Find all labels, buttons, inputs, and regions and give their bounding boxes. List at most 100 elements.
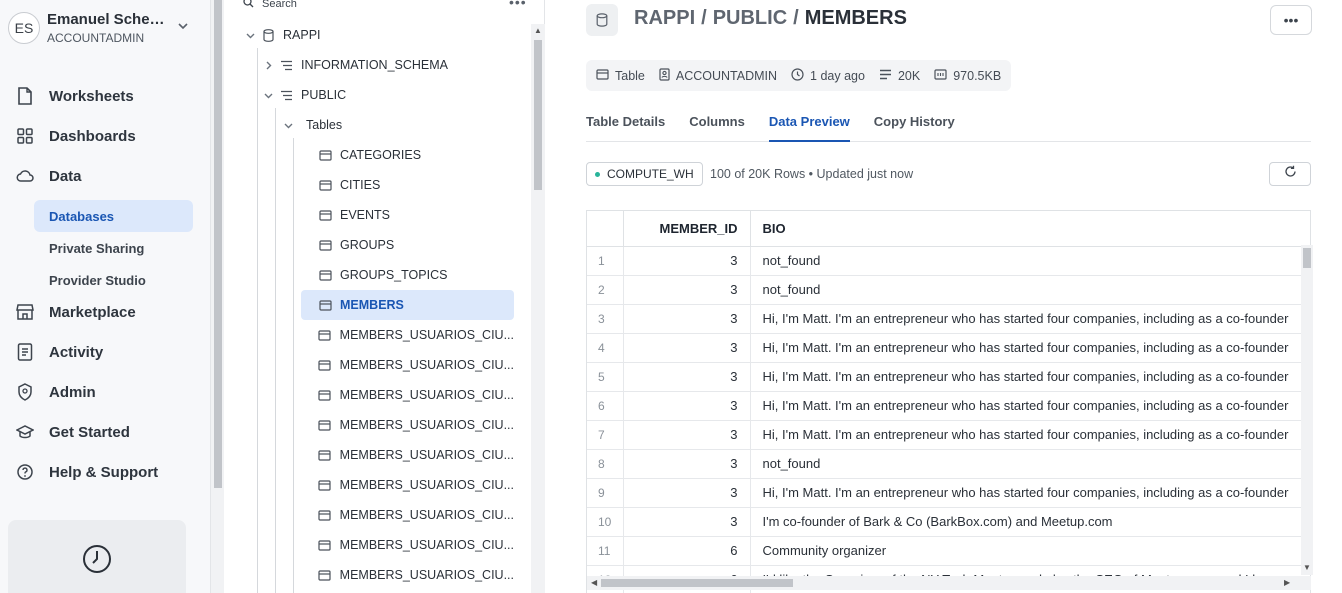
tab-columns[interactable]: Columns — [689, 108, 745, 142]
table-row[interactable]: 3 3 Hi, I'm Matt. I'm an entrepreneur who … — [587, 304, 1310, 334]
tree-table-item[interactable]: CATEGORIES — [301, 140, 514, 170]
table-row[interactable]: 10 3 I'm co-founder of Bark & Co (BarkBox.… — [587, 507, 1310, 537]
user-menu[interactable]: ES Emanuel Schem... ACCOUNTADMIN — [8, 8, 198, 48]
clock-icon[interactable] — [82, 544, 112, 593]
member-id-cell[interactable]: 3 — [623, 362, 751, 392]
tab-data-preview[interactable]: Data Preview — [768, 108, 850, 142]
tree-table-item[interactable]: MEMBERS_USUARIOS_CIU... — [301, 530, 514, 560]
nav-help-support[interactable]: Help & Support — [16, 458, 158, 486]
member-id-cell[interactable]: 3 — [623, 420, 751, 450]
table-row[interactable]: 4 3 Hi, I'm Matt. I'm an entrepreneur who … — [587, 333, 1310, 363]
member-id-cell[interactable]: 3 — [623, 333, 751, 363]
tree-table-item[interactable]: MEMBERS_USUARIOS_CIU... — [301, 560, 514, 590]
grid-horizontal-scrollbar-thumb[interactable] — [601, 579, 793, 587]
bio-cell[interactable]: Hi, I'm Matt. I'm an entrepreneur who ha… — [750, 333, 1310, 363]
tree-schema-public[interactable]: PUBLIC — [261, 80, 346, 110]
bio-cell[interactable]: I'm co-founder of Bark & Co (BarkBox.com… — [750, 507, 1310, 537]
tree-table-item[interactable]: MEMBERS_USUARIOS_CIU... — [301, 470, 514, 500]
grid-horizontal-scrollbar[interactable]: ◀ ▶ — [587, 576, 1311, 590]
tree-table-item[interactable]: MEMBERS_USUARIOS_CIU... — [301, 410, 514, 440]
chevron-down-icon[interactable] — [243, 31, 257, 40]
member-id-cell[interactable]: 3 — [623, 507, 751, 537]
tree-search[interactable]: Search — [243, 0, 297, 14]
member-id-cell[interactable]: 3 — [623, 304, 751, 334]
column-header-bio[interactable]: BIO — [750, 211, 1310, 247]
table-row[interactable]: 5 3 Hi, I'm Matt. I'm an entrepreneur who … — [587, 362, 1310, 392]
tree-scrollbar[interactable]: ▲ — [531, 24, 545, 593]
tree-table-item[interactable]: MEMBERS_USUARIOS_CIU... — [301, 320, 514, 350]
bio-cell[interactable]: Hi, I'm Matt. I'm an entrepreneur who ha… — [750, 391, 1310, 421]
nav-scrollbar-thumb[interactable] — [214, 0, 222, 488]
tree-table-item[interactable]: MEMBERS_USUARIOS_CIU... — [301, 440, 514, 470]
scroll-up-arrow[interactable]: ▲ — [534, 26, 542, 35]
member-id-cell[interactable]: 3 — [623, 246, 751, 276]
nav-worksheets[interactable]: Worksheets — [16, 82, 134, 110]
scroll-left-arrow[interactable]: ◀ — [591, 578, 597, 587]
search-icon — [243, 0, 254, 11]
table-row[interactable]: 9 3 Hi, I'm Matt. I'm an entrepreneur who … — [587, 478, 1310, 508]
table-row[interactable]: 2 3 not_found — [587, 275, 1310, 305]
grid-vertical-scrollbar[interactable]: ▼ — [1301, 245, 1313, 575]
tree-tables-folder[interactable]: Tables — [281, 110, 342, 140]
tree-schema-information-schema[interactable]: INFORMATION_SCHEMA — [261, 50, 448, 80]
main-panel: RAPPI / PUBLIC / MEMBERS ••• Table ACCOUNTAD… — [546, 0, 1342, 593]
breadcrumb-database[interactable]: RAPPI — [634, 7, 695, 29]
breadcrumb-schema[interactable]: PUBLIC — [713, 7, 787, 29]
bio-cell[interactable]: Hi, I'm Matt. I'm an entrepreneur who ha… — [750, 304, 1310, 334]
tree-table-item[interactable]: MEMBERS_USUARIOS_CIU... — [301, 350, 514, 380]
bio-cell[interactable]: Hi, I'm Matt. I'm an entrepreneur who ha… — [750, 420, 1310, 450]
tree-scrollbar-thumb[interactable] — [534, 40, 542, 190]
query-history-panel[interactable] — [8, 520, 186, 593]
bio-cell[interactable]: not_found — [750, 275, 1310, 305]
tree-database-rappi[interactable]: RAPPI — [243, 20, 321, 50]
tree-table-item[interactable]: GROUPS_TOPICS — [301, 260, 514, 290]
grid-vertical-scrollbar-thumb[interactable] — [1303, 248, 1311, 268]
nav-get-started[interactable]: Get Started — [16, 418, 130, 446]
tree-table-item[interactable]: MEMBERS_USUARIOS_CIU... — [301, 380, 514, 410]
table-row[interactable]: 11 6 Community organizer — [587, 536, 1310, 566]
user-role: ACCOUNTADMIN — [47, 31, 145, 45]
nav-dashboards[interactable]: Dashboards — [16, 122, 136, 150]
table-row[interactable]: 8 3 not_found — [587, 449, 1310, 479]
chevron-down-icon[interactable] — [261, 91, 275, 100]
nav-provider-studio[interactable]: Provider Studio — [34, 264, 193, 296]
tree-table-item[interactable]: GROUPS — [301, 230, 514, 260]
table-row[interactable]: 7 3 Hi, I'm Matt. I'm an entrepreneur who … — [587, 420, 1310, 450]
column-header-member-id[interactable]: MEMBER_ID — [623, 211, 751, 247]
scroll-down-arrow[interactable]: ▼ — [1303, 563, 1311, 572]
nav-scrollbar[interactable] — [210, 0, 224, 593]
table-row[interactable]: 6 3 Hi, I'm Matt. I'm an entrepreneur who … — [587, 391, 1310, 421]
chevron-down-icon[interactable] — [281, 121, 295, 130]
tree-table-item[interactable]: CITIES — [301, 170, 514, 200]
tab-copy-history[interactable]: Copy History — [874, 108, 955, 142]
nav-activity[interactable]: Activity — [16, 338, 103, 366]
member-id-cell[interactable]: 3 — [623, 391, 751, 421]
bio-cell[interactable]: not_found — [750, 246, 1310, 276]
member-id-cell[interactable]: 3 — [623, 449, 751, 479]
chevron-down-icon[interactable] — [177, 19, 189, 37]
bio-cell[interactable]: not_found — [750, 449, 1310, 479]
chevron-right-icon[interactable] — [261, 61, 275, 70]
tree-table-item[interactable]: MEMBERS — [301, 290, 514, 320]
bio-cell[interactable]: Hi, I'm Matt. I'm an entrepreneur who ha… — [750, 478, 1310, 508]
scroll-right-arrow[interactable]: ▶ — [1284, 578, 1290, 587]
tree-table-item[interactable]: MEMBERS_USUARIOS_CIU... — [301, 500, 514, 530]
member-id-cell[interactable]: 3 — [623, 275, 751, 305]
more-actions-button[interactable]: ••• — [1270, 5, 1312, 35]
bio-cell[interactable]: Hi, I'm Matt. I'm an entrepreneur who ha… — [750, 362, 1310, 392]
table-icon — [596, 68, 609, 83]
nav-data[interactable]: Data — [16, 162, 82, 190]
tree-more-button[interactable]: ••• — [509, 0, 527, 10]
nav-databases[interactable]: Databases — [34, 200, 193, 232]
nav-admin[interactable]: Admin — [16, 378, 96, 406]
refresh-button[interactable] — [1269, 162, 1311, 186]
tab-table-details[interactable]: Table Details — [586, 108, 665, 142]
bio-cell[interactable]: Community organizer — [750, 536, 1310, 566]
member-id-cell[interactable]: 6 — [623, 536, 751, 566]
warehouse-selector[interactable]: COMPUTE_WH — [586, 162, 703, 186]
nav-private-sharing[interactable]: Private Sharing — [34, 232, 193, 264]
nav-marketplace[interactable]: Marketplace — [16, 298, 136, 326]
member-id-cell[interactable]: 3 — [623, 478, 751, 508]
tree-table-item[interactable]: EVENTS — [301, 200, 514, 230]
table-row[interactable]: 1 3 not_found — [587, 246, 1310, 276]
